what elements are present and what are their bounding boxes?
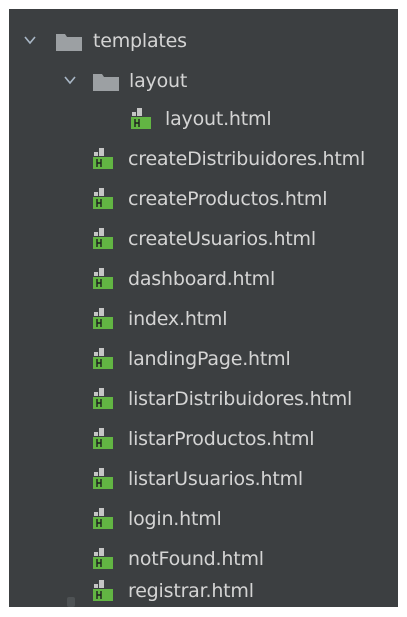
tree-item-label: createUsuarios.html	[128, 228, 316, 250]
tree-item-label: layout.html	[165, 108, 272, 130]
html-file-icon	[131, 108, 151, 129]
tree-item-label: index.html	[128, 308, 228, 330]
chevron-down-icon[interactable]	[63, 73, 77, 87]
tree-item-file[interactable]: index.html	[9, 299, 398, 339]
html-file-icon	[93, 348, 113, 369]
tree-item-label: login.html	[128, 508, 222, 530]
html-file-icon	[93, 188, 113, 209]
html-file-icon	[93, 388, 113, 409]
cut-off-row-edge	[67, 597, 75, 607]
html-file-icon	[93, 580, 113, 601]
tree-item-label: templates	[93, 30, 187, 52]
html-file-icon	[93, 228, 113, 249]
folder-icon	[56, 34, 82, 51]
tree-item-file[interactable]: layout.html	[9, 99, 398, 139]
html-file-icon	[93, 508, 113, 529]
tree-item-templates-folder[interactable]: templates	[9, 21, 398, 61]
tree-item-file[interactable]: listarDistribuidores.html	[9, 379, 398, 419]
tree-item-file[interactable]: createDistribuidores.html	[9, 139, 398, 179]
html-file-icon	[93, 268, 113, 289]
tree-item-file[interactable]: createUsuarios.html	[9, 219, 398, 259]
tree-item-layout-folder[interactable]: layout	[9, 61, 398, 101]
html-file-icon	[93, 548, 113, 569]
folder-icon	[93, 74, 119, 91]
tree-item-label: listarDistribuidores.html	[128, 388, 353, 410]
tree-item-label: dashboard.html	[128, 268, 276, 290]
tree-item-label: createProductos.html	[128, 188, 328, 210]
project-tree-panel: templates layout layout.html createDistr…	[9, 9, 398, 607]
tree-item-label: listarUsuarios.html	[128, 468, 303, 490]
tree-item-label: listarProductos.html	[128, 428, 315, 450]
tree-item-file[interactable]: login.html	[9, 499, 398, 539]
html-file-icon	[93, 428, 113, 449]
tree-item-file[interactable]: listarUsuarios.html	[9, 459, 398, 499]
chevron-down-icon[interactable]	[23, 33, 37, 47]
tree-item-label: notFound.html	[128, 548, 264, 570]
html-file-icon	[93, 468, 113, 489]
tree-item-file[interactable]: dashboard.html	[9, 259, 398, 299]
tree-item-file[interactable]: landingPage.html	[9, 339, 398, 379]
tree-item-label: createDistribuidores.html	[128, 148, 366, 170]
tree-item-label: landingPage.html	[128, 348, 291, 370]
tree-item-file[interactable]: createProductos.html	[9, 179, 398, 219]
tree-item-label: registrar.html	[128, 580, 254, 602]
html-file-icon	[93, 308, 113, 329]
html-file-icon	[93, 148, 113, 169]
tree-item-label: layout	[129, 70, 188, 92]
tree-item-file[interactable]: listarProductos.html	[9, 419, 398, 459]
